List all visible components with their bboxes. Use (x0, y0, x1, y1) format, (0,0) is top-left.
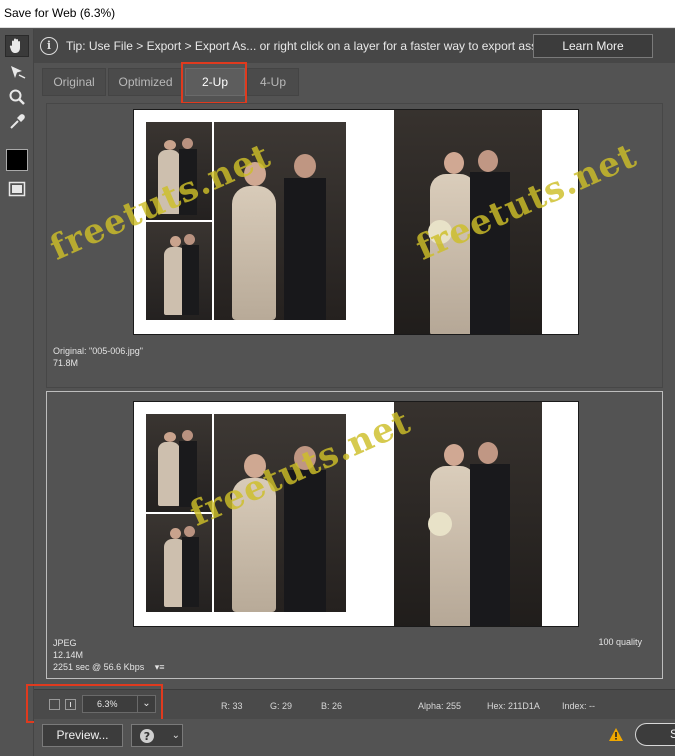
slice-select-tool-icon[interactable] (5, 61, 29, 83)
original-filesize: 71.8M (53, 358, 79, 368)
original-filename: Original: "005-006.jpg" (53, 346, 143, 356)
tab-original[interactable]: Original (42, 68, 106, 96)
optimized-filesize: 12.14M (53, 650, 84, 660)
green-value: G: 29 (270, 701, 293, 711)
download-time: 2251 sec @ 56.6 Kbps (53, 662, 145, 672)
alpha-value: Alpha: 255 (418, 701, 462, 711)
eyedropper-tool-icon[interactable] (5, 111, 29, 133)
chevron-down-icon[interactable]: ⌄ (172, 725, 180, 746)
zoom-highlight-annotation (26, 684, 163, 723)
original-preview-pane[interactable]: Original: "005-006.jpg" 71.8M (46, 103, 663, 388)
optimized-format: JPEG (53, 638, 77, 648)
preview-button[interactable]: Preview... (42, 724, 123, 747)
svg-text:?: ? (144, 730, 150, 743)
save-button[interactable]: S (635, 723, 675, 746)
tab-optimized[interactable]: Optimized (108, 68, 183, 96)
save-for-web-dialog: Save for Web (6.3%) i Tip: Use File > Ex… (0, 0, 675, 756)
tip-bar: i Tip: Use File > Export > Export As... … (34, 29, 675, 63)
window-title: Save for Web (6.3%) (4, 6, 116, 20)
photo-thumb-bottom (146, 222, 212, 320)
optimized-quality: 100 quality (598, 637, 642, 647)
zoom-tool-icon[interactable] (5, 86, 29, 108)
original-info: Original: "005-006.jpg" 71.8M (53, 345, 143, 369)
index-value: Index: -- (562, 701, 596, 711)
hand-tool-icon[interactable] (5, 35, 29, 57)
photo-main-right (394, 402, 542, 626)
view-tabs: Original Optimized 2-Up 4-Up (40, 64, 670, 98)
download-rate-menu-icon[interactable]: ▾≡ (155, 661, 165, 673)
learn-more-button[interactable]: Learn More (533, 34, 653, 58)
hex-value: Hex: 211D1A (487, 701, 540, 711)
preview-browser-button[interactable]: ? ⌄ (131, 724, 183, 747)
footer-bar: Preview... ? ⌄ S (34, 719, 675, 756)
optimized-info: JPEG 12.14M 2251 sec @ 56.6 Kbps ▾≡ (53, 637, 165, 673)
browser-icon: ? (140, 728, 154, 743)
blue-value: B: 26 (321, 701, 343, 711)
foreground-color-swatch[interactable] (6, 149, 28, 171)
tab-4-up[interactable]: 4-Up (247, 68, 299, 96)
toggle-slices-icon[interactable] (5, 178, 29, 200)
toolbox (0, 29, 34, 756)
red-value: R: 33 (221, 701, 243, 711)
tip-text: Tip: Use File > Export > Export As... or… (66, 39, 554, 53)
tab-highlight-annotation (181, 62, 247, 104)
info-icon: i (40, 37, 58, 55)
warning-icon (608, 727, 624, 743)
title-bar: Save for Web (6.3%) (0, 0, 675, 28)
